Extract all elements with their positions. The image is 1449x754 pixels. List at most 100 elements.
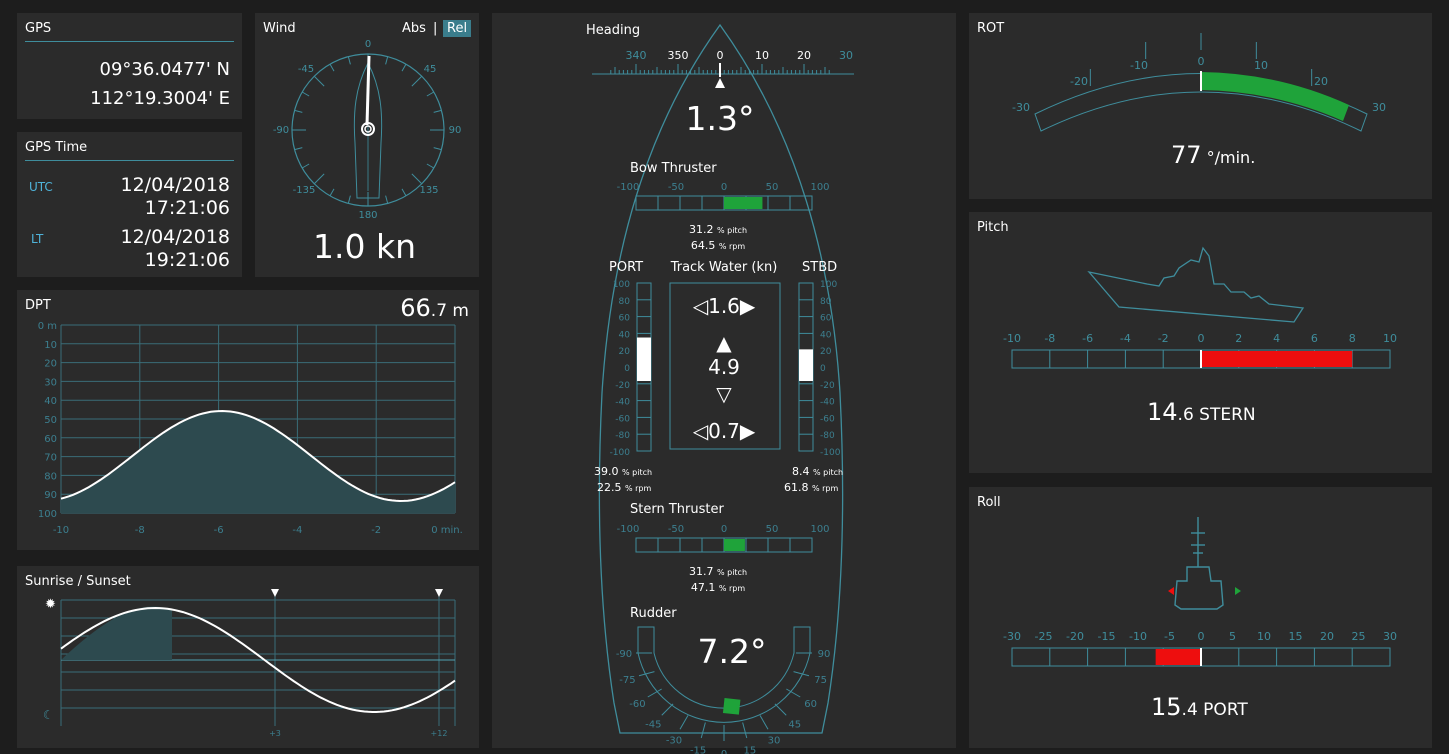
wind-label-m135: -135 xyxy=(293,185,316,196)
pitch-value-main: 14 xyxy=(1147,398,1178,426)
rot-scale-label: -30 xyxy=(1012,101,1030,114)
heading-scale-340: 340 xyxy=(626,49,647,62)
stbd-label: STBD xyxy=(802,260,837,275)
sun-icon: ✹ xyxy=(45,597,56,612)
rot-panel: ROT -30 -20 -10 0 10 20 30 77 °/min. xyxy=(969,13,1432,199)
stbd-rpm-unit: % rpm xyxy=(812,484,839,493)
wind-tick xyxy=(401,63,407,72)
roll-value-main: 15 xyxy=(1151,693,1182,721)
bow-scale-label: 100 xyxy=(810,182,829,193)
stbd-thruster-bar xyxy=(799,349,813,381)
track-fwd-lateral: 1.6 xyxy=(708,294,740,318)
wind-tick xyxy=(433,147,442,151)
stbd-side-indicator-icon xyxy=(1235,587,1241,595)
dpt-panel: DPT 66.7 m 0 m 10 20 30 40 50 60 70 80 90 100 -10-… xyxy=(17,290,479,550)
wind-tick xyxy=(385,56,389,65)
dpt-y-label: 0 m xyxy=(38,321,57,332)
stern-scale-label: -50 xyxy=(668,524,684,535)
rudder-tick xyxy=(774,703,787,716)
pitch-scale-label: 4 xyxy=(1273,332,1280,345)
sun-chart: ✹ ☾ +3 +12 xyxy=(43,589,456,738)
svg-text:◁0.7▶: ◁0.7▶ xyxy=(692,419,756,443)
rot-scale-label: -20 xyxy=(1070,75,1088,88)
lt-label: LT xyxy=(31,232,44,246)
gps-title: GPS xyxy=(25,21,52,36)
svg-text:31.2 % pitch: 31.2 % pitch xyxy=(689,223,747,236)
bow-scale-label: 50 xyxy=(766,182,779,193)
wind-speed: 1.0 kn xyxy=(313,227,416,266)
dpt-y-label: 50 xyxy=(44,415,57,426)
wind-tick xyxy=(426,91,435,97)
dpt-y-label: 40 xyxy=(44,396,57,407)
wind-tick xyxy=(401,188,407,197)
wind-tick xyxy=(329,188,335,197)
lt-time: 19:21:06 xyxy=(144,249,230,271)
roll-scale-label: -15 xyxy=(1098,630,1116,643)
bow-scale-label: 0 xyxy=(721,182,727,193)
stern-thruster-bar xyxy=(724,539,745,551)
stbd-scale-label: 100 xyxy=(820,280,837,290)
gps-latitude: 09°36.0477' N xyxy=(99,59,230,80)
dpt-y-label: 10 xyxy=(44,340,57,351)
rudder-label-right: 15 xyxy=(744,746,757,754)
dpt-y-label: 70 xyxy=(44,453,57,464)
sunrise-marker-icon xyxy=(271,589,279,597)
roll-direction: PORT xyxy=(1197,700,1248,720)
track-aft-lateral: 0.7 xyxy=(708,419,740,443)
dpt-y-label: 30 xyxy=(44,377,57,388)
track-aft-left-arrow-icon: ◁ xyxy=(692,419,709,443)
port-scale-label: -100 xyxy=(610,448,631,458)
stern-pitch-value: 31.7 xyxy=(689,565,714,578)
rudder-tick xyxy=(742,722,748,739)
roll-scale-label: -5 xyxy=(1164,630,1175,643)
utc-time: 17:21:06 xyxy=(144,197,230,219)
dpt-x-label: 0 min. xyxy=(431,525,463,536)
rudder-label-right: 30 xyxy=(768,736,781,747)
stbd-pitch-value: 8.4 xyxy=(792,465,810,478)
roll-scale-label: -10 xyxy=(1129,630,1147,643)
track-longitudinal: 4.9 xyxy=(708,355,740,379)
vessel-diagram: 340 350 0 10 20 30 1.3° Bow Thruster -10… xyxy=(592,23,854,754)
svg-text:39.0 % pitch: 39.0 % pitch xyxy=(594,465,652,478)
rudder-label-right: 45 xyxy=(788,720,801,731)
pitch-scale-label: 2 xyxy=(1235,332,1242,345)
pitch-panel: Pitch -10 -8 -6 -4 -2 0 2 4 6 8 10 14.6 STERN xyxy=(969,212,1432,473)
heading-scale-350: 350 xyxy=(668,49,689,62)
stbd-scale-label: -40 xyxy=(820,398,835,408)
rudder-label-left: -15 xyxy=(690,746,706,754)
stbd-scale-label: -80 xyxy=(820,431,835,441)
stern-scale-label: -100 xyxy=(617,524,640,535)
dpt-x-label: -8 xyxy=(135,525,145,536)
roll-scale-label: -25 xyxy=(1035,630,1053,643)
stbd-rpm-value: 61.8 xyxy=(784,481,809,494)
gps-time-title: GPS Time xyxy=(25,140,88,155)
roll-bar xyxy=(1155,649,1201,665)
wind-label-m45: -45 xyxy=(298,64,314,75)
wind-tick xyxy=(313,75,325,87)
rudder-tick xyxy=(759,715,769,730)
bow-thruster-bar xyxy=(724,197,763,209)
roll-scale-label: 0 xyxy=(1198,630,1205,643)
rudder-label-zero: 0 xyxy=(721,749,727,754)
roll-value: 15.4 PORT xyxy=(1151,693,1248,721)
wind-panel: Wind Abs | Rel 0 45 90 135 180 -135 -90 … xyxy=(255,13,479,277)
port-scale-label: -80 xyxy=(615,431,630,441)
pitch-scale-label: 0 xyxy=(1198,332,1205,345)
port-rpm-value: 22.5 xyxy=(597,481,622,494)
wind-tick xyxy=(385,195,389,204)
pitch-scale-label: -2 xyxy=(1158,332,1169,345)
wind-tick xyxy=(347,195,351,204)
bow-thruster-title: Bow Thruster xyxy=(630,161,717,176)
heading-scale-20: 20 xyxy=(797,49,811,62)
port-scale-label: 80 xyxy=(619,297,631,307)
wind-tick xyxy=(294,109,303,113)
roll-value-decimal: .4 xyxy=(1181,700,1198,720)
vessel-panel: Heading 340 350 0 10 20 30 1.3° Bow Thru… xyxy=(492,13,956,754)
dpt-x-label: -2 xyxy=(371,525,381,536)
rudder-label-left: -45 xyxy=(645,720,661,731)
dpt-y-label: 20 xyxy=(44,359,57,370)
heading-scale-10: 10 xyxy=(755,49,769,62)
rudder-tick xyxy=(647,688,662,698)
ship-front-icon xyxy=(1174,517,1224,610)
port-scale-label: 100 xyxy=(613,280,630,290)
